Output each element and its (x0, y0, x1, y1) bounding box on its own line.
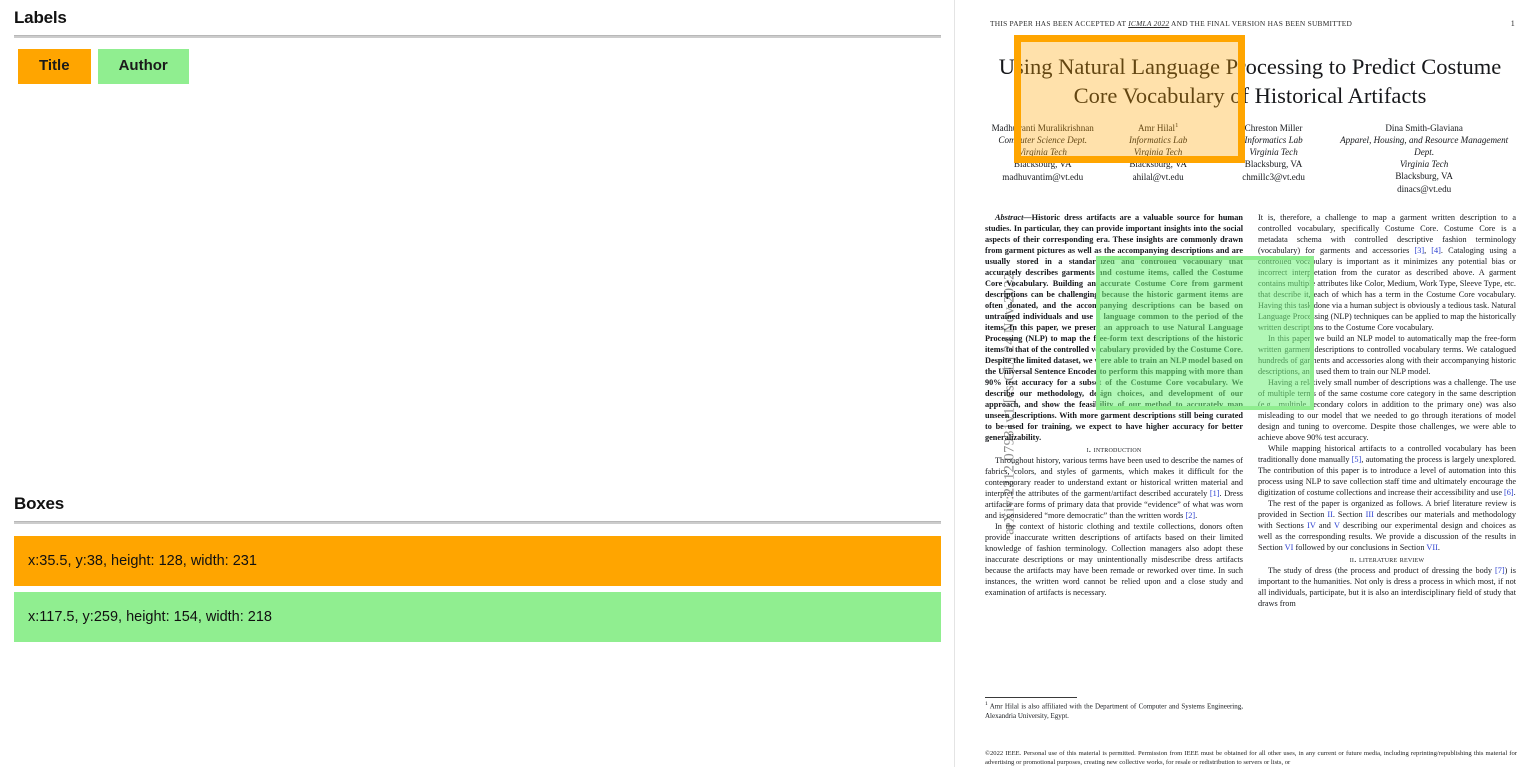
box-list-item-title[interactable]: x:35.5, y:38, height: 128, width: 231 (14, 536, 941, 586)
citation-ref[interactable]: [5] (1352, 455, 1362, 464)
bbox-overlay-title[interactable] (1013, 35, 1245, 163)
section-ref[interactable]: III (1366, 510, 1374, 519)
boxes-section: Boxes x:35.5, y:38, height: 128, width: … (0, 486, 955, 648)
label-chip-title[interactable]: Title (18, 49, 91, 84)
author-entry: Dina Smith-Glaviana Apparel, Housing, an… (1331, 122, 1517, 195)
abstract-lead: Abstract— (995, 213, 1032, 222)
citation-ref[interactable]: [3] (1415, 246, 1425, 255)
citation-ref[interactable]: [1] (1210, 489, 1220, 498)
running-head-text: This paper has been accepted at ICMLA 20… (990, 19, 1352, 28)
section-heading-literature-review: II. Literature Review (1349, 554, 1425, 564)
section-ref[interactable]: VI (1285, 543, 1294, 552)
section-ref[interactable]: IV (1307, 521, 1316, 530)
boxes-section-heading: Boxes (14, 494, 65, 513)
label-chip-row: Title Author (18, 49, 955, 84)
page-number: 1 (1510, 19, 1515, 28)
paragraph: The rest of the paper is organized as fo… (1258, 499, 1516, 552)
section-ref[interactable]: V (1334, 521, 1340, 530)
author-dept: Apparel, Housing, and Resource Managemen… (1340, 135, 1509, 157)
running-head-pre: This paper has been accepted at (990, 19, 1129, 28)
author-city: Blacksburg, VA (1395, 171, 1453, 181)
running-head-post: and the final version has been submitted (1169, 19, 1353, 28)
paragraph: The study of dress (the process and prod… (1258, 566, 1516, 608)
section-ref[interactable]: VII (1426, 543, 1437, 552)
labels-section-heading: Labels (14, 8, 67, 27)
section-ref[interactable]: II (1327, 510, 1333, 519)
author-email: madhuvantim@vt.edu (1002, 171, 1084, 182)
panel-divider (954, 0, 955, 767)
footnote-text: Amr Hilal is also affiliated with the De… (985, 702, 1243, 720)
author-email: ahilal@vt.edu (1132, 171, 1184, 182)
footnote-marker: 1 (985, 701, 988, 707)
running-head: This paper has been accepted at ICMLA 20… (990, 19, 1515, 28)
footnote: 1 Amr Hilal is also affiliated with the … (985, 701, 1243, 721)
paragraph: Throughout history, various terms have b… (985, 456, 1243, 520)
paragraph: While mapping historical artifacts to a … (1258, 444, 1516, 497)
citation-ref[interactable]: [7] (1495, 566, 1505, 575)
paragraph: In the context of historic clothing and … (985, 522, 1243, 597)
labels-section-divider (14, 35, 941, 38)
author-email: dinacs@vt.edu (1397, 183, 1452, 194)
annotation-viewer: Labels Title Author Boxes x:35.5, y:38, … (0, 0, 1526, 767)
annotation-sidebar: Labels Title Author Boxes x:35.5, y:38, … (0, 0, 955, 767)
citation-ref[interactable]: [6] (1504, 488, 1514, 497)
box-list-item-author[interactable]: x:117.5, y:259, height: 154, width: 218 (14, 592, 941, 642)
author-email: chmillc3@vt.edu (1242, 171, 1305, 182)
copyright-notice: ©2022 IEEE. Personal use of this materia… (985, 750, 1517, 767)
author-name: Dina Smith-Glaviana (1385, 123, 1463, 133)
citation-ref[interactable]: [4] (1431, 246, 1441, 255)
author-org: Virginia Tech (1399, 159, 1449, 169)
citation-ref[interactable]: [2] (1185, 511, 1195, 520)
section-heading-introduction: I. Introduction (1086, 444, 1142, 454)
footnote-divider (985, 697, 1077, 698)
bbox-overlay-author[interactable] (1095, 256, 1314, 410)
label-chip-author[interactable]: Author (97, 49, 189, 84)
boxes-section-divider (14, 521, 941, 524)
running-head-venue: ICMLA 2022 (1128, 19, 1170, 28)
box-list: x:35.5, y:38, height: 128, width: 231 x:… (14, 536, 941, 642)
